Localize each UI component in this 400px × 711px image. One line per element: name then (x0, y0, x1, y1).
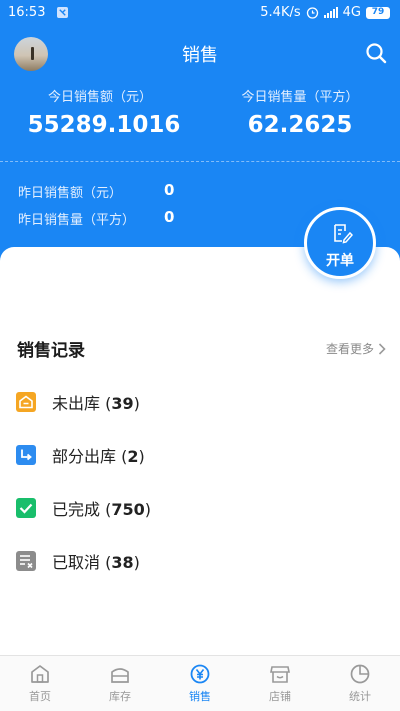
cancel-doc-icon (16, 551, 36, 571)
today-amount-value: 55289.1016 (27, 112, 181, 138)
page-title: 销售 (182, 45, 218, 66)
record-count: 750 (111, 500, 145, 519)
chevron-right-icon (378, 342, 386, 355)
tab-stats[interactable]: 统计 (320, 656, 400, 711)
network-type: 4G (342, 5, 361, 20)
new-order-label: 开单 (326, 253, 354, 269)
status-time: 16:53 (8, 5, 46, 20)
status-bar: 16:53 5.4K/s 4G 79 (0, 0, 400, 26)
app-notification-icon (57, 7, 68, 18)
net-speed: 5.4K/s (260, 5, 301, 20)
tab-home[interactable]: 首页 (0, 656, 80, 711)
warehouse-icon (16, 392, 36, 412)
new-order-button[interactable]: 开单 (304, 207, 376, 279)
status-right: 5.4K/s 4G 79 (260, 5, 390, 20)
record-label: 已完成 (750) (52, 500, 151, 519)
today-volume-value: 62.2625 (247, 112, 353, 138)
bottom-tab-bar: 首页 库存 销售 店铺 统计 (0, 655, 400, 711)
divider (0, 161, 400, 162)
inventory-icon (111, 668, 129, 683)
record-count: 38 (111, 553, 134, 572)
yesterday-volume-value: 0 (164, 208, 175, 226)
tab-sales[interactable]: 销售 (160, 656, 240, 711)
shop-icon (270, 666, 290, 683)
pie-chart-icon (350, 664, 370, 684)
battery-icon: 79 (366, 6, 390, 19)
tab-inventory[interactable]: 库存 (80, 656, 160, 711)
today-amount-label: 今日销售额（元） (47, 90, 152, 105)
tab-stats-label: 统计 (349, 690, 371, 703)
yesterday-amount-value: 0 (164, 181, 175, 199)
tab-sales-label: 销售 (189, 690, 211, 703)
tab-shop[interactable]: 店铺 (240, 656, 320, 711)
yesterday-volume-label: 昨日销售量（平方） (18, 213, 136, 228)
alarm-icon (306, 7, 318, 19)
search-icon[interactable] (364, 41, 388, 65)
yuan-icon (190, 664, 210, 684)
records-title: 销售记录 (17, 341, 85, 361)
nav-bar: 销售 (0, 36, 400, 71)
record-unshipped[interactable]: 未出库 (39) (16, 390, 140, 414)
record-count: 39 (111, 394, 134, 413)
record-label: 已取消 (38) (52, 553, 140, 572)
view-more-label: 查看更多 (325, 342, 374, 356)
record-count: 2 (127, 447, 139, 466)
tab-home-label: 首页 (29, 690, 51, 703)
edit-icon (334, 224, 353, 244)
tab-inventory-label: 库存 (109, 690, 131, 703)
tab-shop-label: 店铺 (269, 690, 291, 703)
record-label: 部分出库 (2) (52, 447, 145, 466)
record-completed[interactable]: 已完成 (750) (16, 496, 151, 520)
home-icon (31, 665, 49, 683)
yesterday-amount-label: 昨日销售额（元） (18, 186, 123, 201)
signal-icon (323, 7, 338, 18)
check-icon (16, 498, 36, 518)
today-volume-label: 今日销售量（平方） (241, 90, 359, 105)
record-cancelled[interactable]: 已取消 (38) (16, 549, 140, 573)
record-partial[interactable]: 部分出库 (2) (16, 443, 145, 467)
partial-out-icon (16, 445, 36, 465)
view-more-link[interactable]: 查看更多 (326, 340, 386, 357)
record-label: 未出库 (39) (52, 394, 140, 413)
